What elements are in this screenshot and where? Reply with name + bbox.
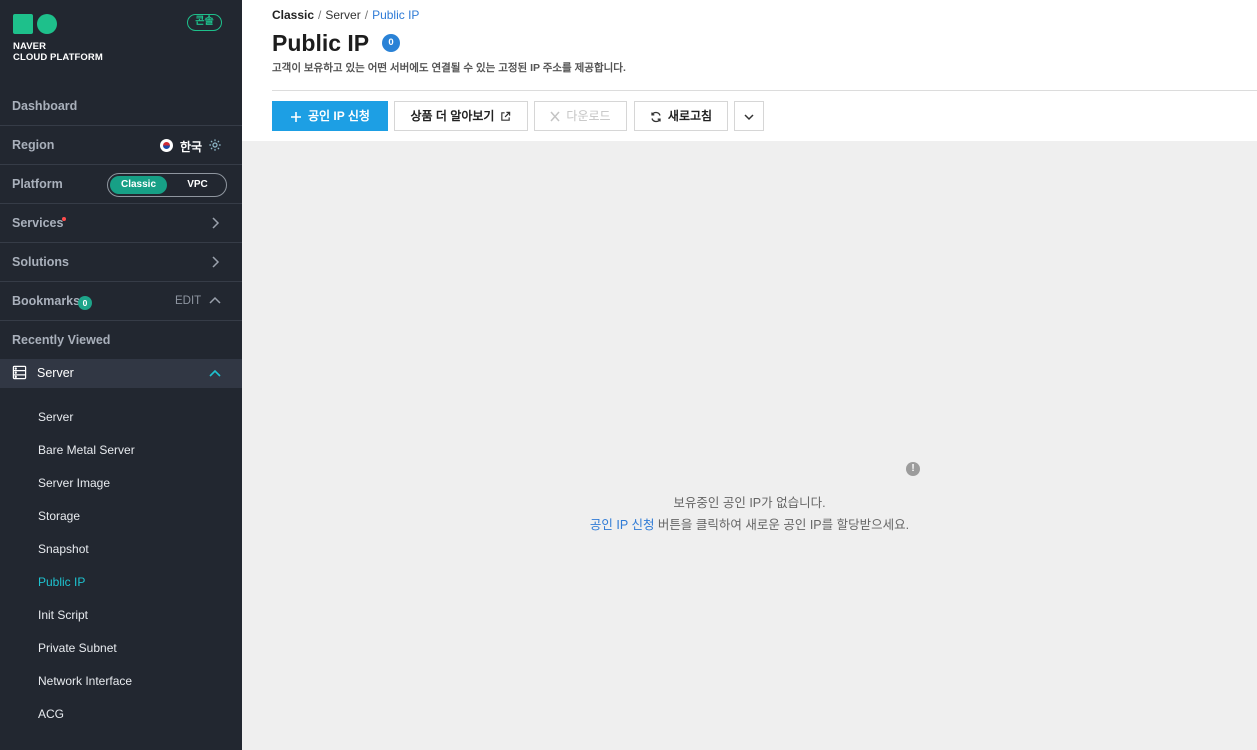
- sidebar-item-region[interactable]: Region 한국: [0, 126, 242, 165]
- sidebar-item-dashboard[interactable]: Dashboard: [0, 87, 242, 126]
- platform-toggle[interactable]: Classic VPC: [107, 173, 227, 197]
- sidebar-subitem-network-interface[interactable]: Network Interface: [38, 674, 132, 688]
- refresh-button[interactable]: 새로고침: [634, 101, 728, 131]
- divider: [272, 90, 1257, 91]
- page-header: Classic / Server / Public IP Public IP 0 고객이…: [242, 0, 1257, 141]
- page-description: 고객이 보유하고 있는 어떤 서버에도 연결될 수 있는 고정된 IP 주소를 …: [272, 62, 626, 74]
- apply-public-ip-button[interactable]: 공인 IP 신청: [272, 101, 388, 131]
- brand: NAVER CLOUD PLATFORM 콘솔: [0, 0, 242, 87]
- content-area: ! 보유중인 공인 IP가 없습니다. 공인 IP 신청 버튼을 클릭하여 새로…: [242, 141, 1257, 750]
- server-icon: [12, 365, 27, 380]
- more-dropdown-button[interactable]: [734, 101, 764, 131]
- sidebar-item-recently-viewed[interactable]: Recently Viewed: [0, 321, 242, 360]
- region-value[interactable]: 한국: [180, 138, 202, 155]
- learn-more-button[interactable]: 상품 더 알아보기: [394, 101, 528, 131]
- page-title: Public IP: [272, 30, 370, 56]
- console-badge[interactable]: 콘솔: [187, 14, 222, 31]
- chevron-up-icon[interactable]: [208, 294, 222, 308]
- sidebar-subitem-private-subnet[interactable]: Private Subnet: [38, 641, 117, 655]
- platform-option-classic[interactable]: Classic: [110, 176, 167, 194]
- sidebar-subitem-acg[interactable]: ACG: [38, 707, 64, 721]
- external-link-icon: [501, 112, 511, 122]
- plus-icon: [291, 111, 302, 122]
- sidebar-subitem-server-image[interactable]: Server Image: [38, 476, 110, 490]
- count-badge: 0: [382, 34, 400, 52]
- refresh-icon: [651, 111, 661, 122]
- breadcrumb-item-classic[interactable]: Classic: [272, 8, 314, 22]
- sidebar-subitem-server[interactable]: Server: [38, 410, 73, 424]
- gear-icon[interactable]: [208, 138, 222, 152]
- apply-public-ip-link[interactable]: 공인 IP 신청: [590, 518, 655, 532]
- new-indicator-dot: [62, 217, 66, 221]
- sidebar-subitem-init-script[interactable]: Init Script: [38, 608, 88, 622]
- sidebar-item-services[interactable]: Services: [0, 204, 242, 243]
- empty-message: 보유중인 공인 IP가 없습니다.: [673, 496, 826, 510]
- naver-logo-icon[interactable]: [13, 14, 57, 34]
- info-icon: !: [906, 462, 920, 476]
- breadcrumb-item-public-ip: Public IP: [372, 8, 420, 22]
- korea-flag-icon: [160, 139, 173, 152]
- platform-option-vpc[interactable]: VPC: [170, 176, 225, 194]
- sidebar-item-bookmarks[interactable]: Bookmarks 0 EDIT: [0, 282, 242, 321]
- bookmarks-edit-button[interactable]: EDIT: [175, 295, 201, 307]
- breadcrumb-item-server[interactable]: Server: [325, 8, 360, 22]
- chevron-right-icon: [212, 217, 220, 229]
- chevron-down-icon: [744, 114, 754, 120]
- sidebar: NAVER CLOUD PLATFORM 콘솔 Dashboard Region…: [0, 0, 242, 750]
- brand-name: NAVER CLOUD PLATFORM: [13, 41, 103, 63]
- sidebar-subitem-storage[interactable]: Storage: [38, 509, 80, 523]
- sidebar-item-platform: Platform Classic VPC: [0, 165, 242, 204]
- excel-icon: [550, 111, 560, 122]
- sidebar-group-server[interactable]: Server: [0, 359, 242, 388]
- sidebar-subitem-bare-metal-server[interactable]: Bare Metal Server: [38, 443, 135, 457]
- breadcrumb: Classic / Server / Public IP: [272, 8, 420, 22]
- bookmarks-count-badge: 0: [78, 296, 92, 310]
- chevron-up-icon[interactable]: [208, 367, 222, 381]
- download-button[interactable]: 다운로드: [534, 101, 627, 131]
- sidebar-subitem-snapshot[interactable]: Snapshot: [38, 542, 89, 556]
- sidebar-item-solutions[interactable]: Solutions: [0, 243, 242, 282]
- sidebar-subitem-public-ip[interactable]: Public IP: [38, 575, 85, 589]
- empty-hint: 공인 IP 신청 버튼을 클릭하여 새로운 공인 IP를 할당받으세요.: [589, 518, 910, 532]
- chevron-right-icon: [212, 256, 220, 268]
